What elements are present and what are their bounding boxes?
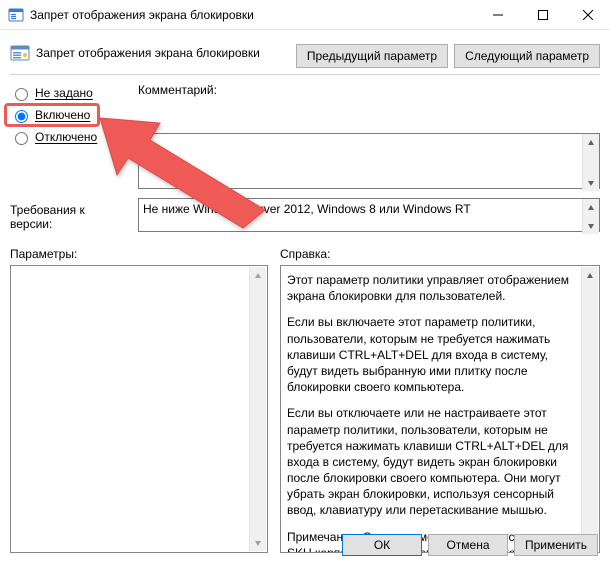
- comment-label: Комментарий:: [138, 83, 600, 97]
- policy-icon: [10, 43, 30, 63]
- scroll-down-icon[interactable]: [250, 534, 266, 551]
- comment-scrollbar[interactable]: [582, 134, 599, 191]
- radio-disabled[interactable]: Отключено: [10, 129, 130, 145]
- supported-textarea: [138, 198, 600, 232]
- separator: [10, 74, 600, 75]
- scroll-up-icon[interactable]: [250, 267, 266, 284]
- radio-not-configured-label: Не задано: [35, 86, 93, 100]
- help-scrollbar[interactable]: [581, 267, 598, 551]
- policy-name: Запрет отображения экрана блокировки: [36, 46, 296, 60]
- cancel-button[interactable]: Отмена: [428, 534, 508, 556]
- state-radio-group: Не задано Включено Отключено: [10, 83, 130, 145]
- radio-disabled-input[interactable]: [15, 132, 28, 145]
- window-icon: [8, 7, 24, 23]
- apply-button[interactable]: Применить: [514, 534, 598, 556]
- ok-button[interactable]: ОК: [342, 534, 422, 556]
- next-setting-button[interactable]: Следующий параметр: [454, 44, 600, 68]
- help-label: Справка:: [280, 247, 600, 261]
- options-label: Параметры:: [10, 247, 268, 261]
- supported-scrollbar[interactable]: [582, 199, 599, 234]
- policy-header: Запрет отображения экрана блокировки Пре…: [10, 38, 600, 68]
- minimize-button[interactable]: [475, 0, 520, 30]
- scroll-up-icon[interactable]: [582, 267, 598, 284]
- options-scrollbar[interactable]: [249, 267, 266, 551]
- help-text: Этот параметр политики управляет отображ…: [281, 266, 582, 552]
- supported-label: Требования к версии:: [10, 203, 130, 231]
- help-p2: Если вы включаете этот параметр политики…: [287, 314, 576, 395]
- help-p3: Если вы отключаете или не настраиваете э…: [287, 405, 576, 518]
- scroll-up-icon[interactable]: [583, 199, 599, 216]
- radio-disabled-label: Отключено: [35, 130, 97, 144]
- options-pane: [10, 265, 268, 553]
- titlebar: Запрет отображения экрана блокировки: [0, 0, 610, 30]
- maximize-button[interactable]: [520, 0, 565, 30]
- scroll-down-icon[interactable]: [583, 174, 599, 191]
- radio-enabled-input[interactable]: [15, 110, 28, 123]
- help-pane: Этот параметр политики управляет отображ…: [280, 265, 600, 553]
- previous-setting-button[interactable]: Предыдущий параметр: [296, 44, 448, 68]
- scroll-down-icon[interactable]: [583, 217, 599, 234]
- radio-enabled-label: Включено: [35, 108, 90, 122]
- radio-enabled[interactable]: Включено: [10, 107, 130, 123]
- window-title: Запрет отображения экрана блокировки: [30, 8, 475, 22]
- comment-textarea[interactable]: [138, 133, 600, 189]
- close-button[interactable]: [565, 0, 610, 30]
- radio-not-configured[interactable]: Не задано: [10, 85, 130, 101]
- help-p1: Этот параметр политики управляет отображ…: [287, 272, 576, 304]
- dialog-footer: ОК Отмена Применить: [342, 534, 598, 556]
- scroll-up-icon[interactable]: [583, 134, 599, 151]
- radio-not-configured-input[interactable]: [15, 88, 28, 101]
